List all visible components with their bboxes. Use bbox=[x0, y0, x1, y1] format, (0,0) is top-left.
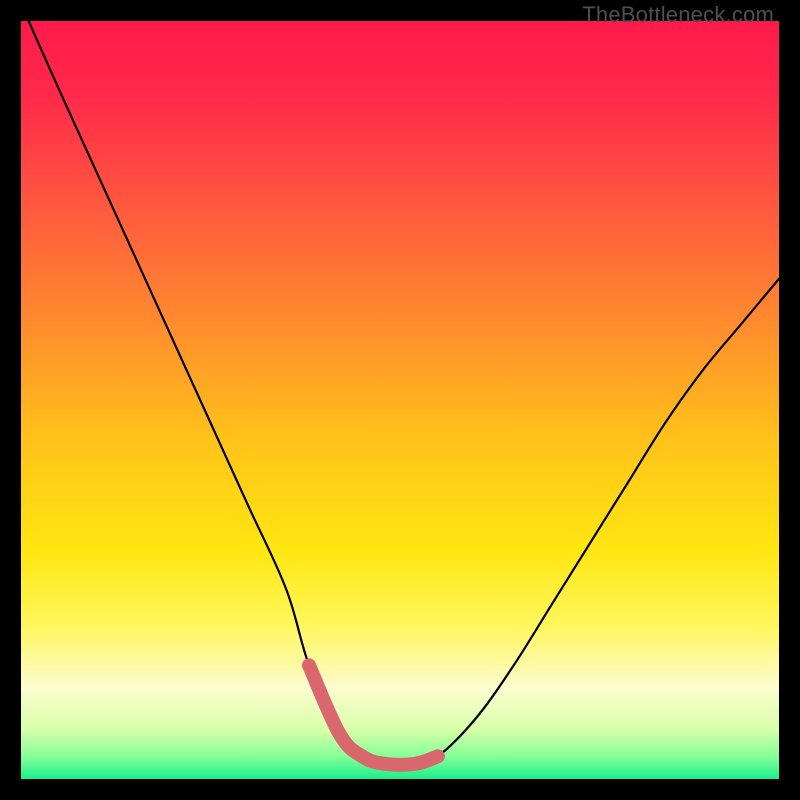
watermark-text: TheBottleneck.com bbox=[582, 2, 774, 28]
optimal-zone-highlight bbox=[309, 665, 438, 765]
chart-frame: TheBottleneck.com bbox=[0, 0, 800, 800]
curve-layer bbox=[21, 21, 779, 779]
bottleneck-curve bbox=[29, 21, 779, 765]
plot-area bbox=[21, 21, 779, 779]
